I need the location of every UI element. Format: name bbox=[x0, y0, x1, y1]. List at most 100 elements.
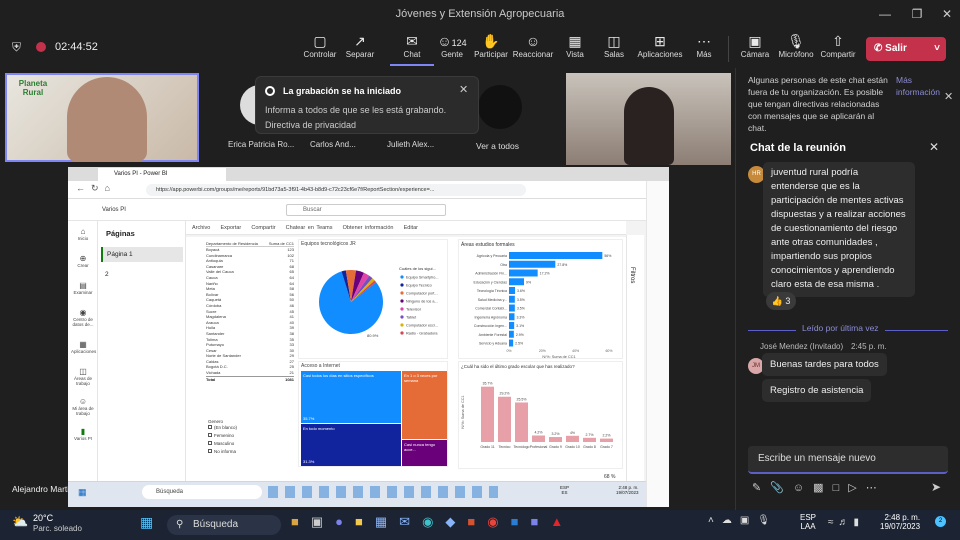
filter-option[interactable]: Masculino bbox=[208, 440, 268, 448]
hbar-bar[interactable] bbox=[509, 304, 515, 312]
page-tab-1[interactable]: Página 1 bbox=[101, 247, 183, 262]
salas-button[interactable]: ◫ Salas bbox=[592, 32, 636, 59]
leftnav-datos[interactable]: ◉ Centro de datos de... bbox=[71, 308, 95, 340]
reaction-badge[interactable]: 👍 3 bbox=[766, 292, 796, 310]
attach-icon[interactable]: 📎 bbox=[770, 482, 793, 494]
format-icon[interactable]: ✎ bbox=[752, 482, 770, 494]
menu-compartir[interactable]: Compartir bbox=[251, 225, 275, 231]
taskview-icon[interactable]: ▣ bbox=[311, 514, 335, 529]
departamento-table[interactable]: Departamento de Residencia Suma de CC1 Bo… bbox=[206, 241, 294, 391]
tray-icons[interactable]: ˄☁▣🎙 bbox=[708, 515, 778, 526]
clock[interactable]: 2:48 p. m. 19/07/2023 bbox=[880, 513, 920, 531]
vbar-bar[interactable] bbox=[600, 438, 613, 442]
areas-chart-card[interactable]: Áreas estudios formales Agrícola y Pecuar… bbox=[458, 239, 623, 359]
pie-chart[interactable]: 80.9% Cuáles de los sigui... Equipo Smartp… bbox=[299, 240, 449, 360]
chat-button[interactable]: ✉ Chat bbox=[390, 32, 434, 66]
microfono-button[interactable]: 🎙 Micrófono bbox=[774, 32, 818, 59]
onedrive-icon[interactable]: ☁ bbox=[722, 515, 740, 526]
chrome-icon[interactable]: ◉ bbox=[487, 514, 510, 529]
hbar-bar[interactable] bbox=[509, 269, 538, 277]
close-notice-icon[interactable]: ✕ bbox=[944, 90, 953, 103]
store-icon[interactable]: ▦ bbox=[375, 514, 399, 529]
vbar-bar[interactable] bbox=[583, 437, 596, 442]
participar-button[interactable]: ✋ Participar bbox=[469, 32, 513, 59]
folder-icon[interactable]: ■ bbox=[355, 514, 375, 529]
battery-icon[interactable]: ▮ bbox=[854, 517, 865, 528]
leftnav-crear[interactable]: ⊕ Crear bbox=[71, 254, 95, 281]
grado-bar-chart[interactable]: ¿Cuál ha sido el último grado escolar qu… bbox=[459, 362, 624, 470]
compose-toolbar[interactable]: ✎📎☺▩□▷⋯ bbox=[752, 481, 886, 494]
treemap-cell-3[interactable]: En todo momento 31.3% bbox=[301, 424, 401, 466]
menu-obtener-info[interactable]: Obtener información bbox=[343, 225, 394, 231]
inner-taskbar-apps[interactable] bbox=[268, 486, 498, 498]
page-tab-2[interactable]: 2 bbox=[105, 271, 109, 278]
leftnav-varios[interactable]: ▮ Varios PI bbox=[71, 427, 95, 447]
mic-tray-icon[interactable]: 🎙 bbox=[757, 515, 778, 526]
hbar-bar[interactable] bbox=[509, 295, 515, 303]
pie-legend-marker[interactable] bbox=[400, 323, 404, 327]
vbar-bar[interactable] bbox=[549, 437, 562, 442]
mas-button[interactable]: ⋯ Más bbox=[682, 32, 726, 59]
treemap-cell-2[interactable]: En 1 o 3 veces por semana bbox=[402, 371, 447, 439]
pie-legend-marker[interactable] bbox=[400, 291, 404, 295]
separar-button[interactable]: ↗ Separar bbox=[338, 32, 382, 59]
chat-message-2[interactable]: Buenas tardes para todos bbox=[762, 353, 887, 376]
leftnav-inicio[interactable]: ⌂ Inicio bbox=[71, 227, 95, 254]
grado-chart-card[interactable]: ¿Cuál ha sido el último grado escolar qu… bbox=[458, 361, 623, 469]
teams-app-icon[interactable]: ■ bbox=[530, 514, 550, 529]
pie-legend-marker[interactable] bbox=[400, 299, 404, 303]
inner-start-icon[interactable]: ▦ bbox=[78, 487, 87, 498]
reaccionar-button[interactable]: ☺ Reaccionar bbox=[511, 32, 555, 59]
menu-exportar[interactable]: Exportar bbox=[220, 225, 241, 231]
gif-icon[interactable]: ▩ bbox=[813, 482, 832, 494]
schedule-icon[interactable]: ▷ bbox=[848, 482, 865, 494]
controlar-button[interactable]: ▢ Controlar bbox=[298, 32, 342, 59]
treemap-card[interactable]: Acceso a Internet Casi todos los días en… bbox=[298, 361, 448, 467]
menu-editar[interactable]: Editar bbox=[404, 225, 418, 231]
leftnav-mi-area[interactable]: ☺ Mi área de trabajo bbox=[71, 397, 95, 427]
filters-label[interactable]: Filtros bbox=[629, 267, 635, 283]
vbar-bar[interactable] bbox=[481, 386, 494, 442]
start-icon[interactable]: ▦ bbox=[140, 514, 153, 531]
minimize-icon[interactable]: — bbox=[870, 0, 900, 28]
nav-buttons[interactable]: ←↻⌂ bbox=[76, 183, 116, 194]
send-icon[interactable]: ➤ bbox=[931, 480, 941, 494]
chat-message[interactable]: juventud rural podría entenderse que es … bbox=[763, 162, 915, 297]
shared-screen[interactable]: Varios PI - Power BI ←↻⌂ https://app.pow… bbox=[68, 167, 669, 507]
pie-legend-marker[interactable] bbox=[400, 283, 404, 287]
mail-icon[interactable]: ✉ bbox=[399, 514, 422, 529]
word-icon[interactable]: ■ bbox=[511, 514, 531, 529]
address-bar[interactable]: https://app.powerbi.com/groups/me/report… bbox=[146, 184, 526, 196]
close-chat-icon[interactable]: ✕ bbox=[929, 140, 939, 154]
genero-filter[interactable]: Genero (En blanco) Femenino Masculino No in… bbox=[208, 419, 268, 456]
close-icon[interactable]: ✕ bbox=[459, 83, 468, 96]
chevron-up-icon[interactable]: ˄ bbox=[708, 515, 722, 526]
gente-button[interactable]: ☺124 Gente bbox=[430, 32, 474, 59]
system-tray[interactable]: ≈♬▮ bbox=[828, 517, 864, 528]
filter-option[interactable]: Femenino bbox=[208, 432, 268, 440]
more-options-icon[interactable]: ⋯ bbox=[866, 482, 886, 494]
camara-button[interactable]: ▣ Cámara bbox=[733, 32, 777, 59]
sticker-icon[interactable]: □ bbox=[833, 482, 849, 494]
leftnav-areas[interactable]: ◫ Áreas de trabajo bbox=[71, 367, 95, 397]
briefcase-icon[interactable]: ■ bbox=[291, 514, 311, 529]
leave-button[interactable]: ✆ Salir ˅ bbox=[866, 37, 946, 61]
acrobat-icon[interactable]: ▲ bbox=[550, 514, 575, 529]
vista-button[interactable]: ▦ Vista bbox=[553, 32, 597, 59]
vbar-bar[interactable] bbox=[498, 396, 511, 442]
emoji-icon[interactable]: ☺ bbox=[793, 482, 813, 494]
pie-legend-marker[interactable] bbox=[400, 307, 404, 311]
inner-search[interactable]: Búsqueda bbox=[142, 485, 262, 499]
hbar-bar[interactable] bbox=[509, 260, 556, 268]
aplicaciones-button[interactable]: ⊞ Aplicaciones bbox=[637, 32, 683, 59]
report-menu-items[interactable]: Archivo Exportar Compartir Chatear en Te… bbox=[192, 225, 418, 231]
pie-legend-marker[interactable] bbox=[400, 275, 404, 279]
treemap-cell-1[interactable]: Casi todos los días en sitios específico… bbox=[301, 371, 401, 423]
more-info-link[interactable]: Más información bbox=[896, 74, 941, 98]
hbar-bar[interactable] bbox=[509, 322, 515, 329]
filter-option[interactable]: (En blanco) bbox=[208, 424, 268, 432]
ver-todos-circle[interactable] bbox=[478, 85, 522, 129]
camera-tray-icon[interactable]: ▣ bbox=[740, 515, 757, 526]
hbar-bar[interactable] bbox=[509, 330, 514, 338]
pie-legend-marker[interactable] bbox=[400, 331, 404, 335]
